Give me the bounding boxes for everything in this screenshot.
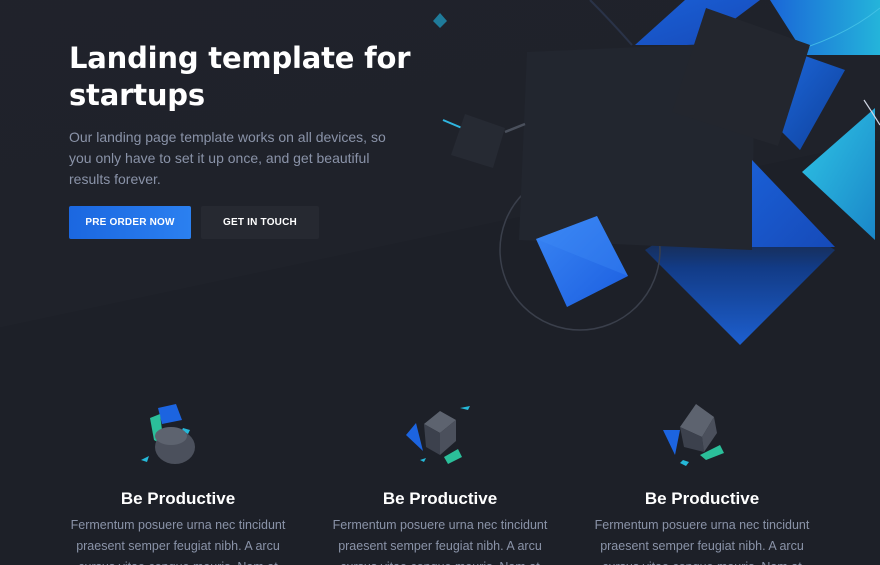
get-in-touch-button[interactable]: GET IN TOUCH	[201, 206, 319, 239]
feature-title: Be Productive	[644, 489, 760, 508]
cube-icon	[406, 406, 470, 464]
cyan-line-left	[442, 119, 463, 129]
feature-card: Be Productive Fermentum posuere urna nec…	[325, 400, 555, 565]
cylinder-cubes-icon	[141, 404, 195, 464]
grey-line-left	[504, 122, 526, 134]
feature-card: Be Productive Fermentum posuere urna nec…	[63, 400, 293, 565]
feature-card: Be Productive Fermentum posuere urna nec…	[587, 400, 817, 565]
feature-text: Fermentum posuere urna nec tincidunt pra…	[70, 518, 286, 565]
feature-text: Fermentum posuere urna nec tincidunt pra…	[332, 518, 548, 565]
feature-text: Fermentum posuere urna nec tincidunt pra…	[594, 518, 810, 565]
hero-title: Landing template for startups	[69, 41, 411, 112]
hero-illustration	[433, 0, 880, 345]
feature-title: Be Productive	[382, 489, 498, 508]
small-teal-diamond	[433, 13, 447, 28]
arc-line-top	[589, 0, 633, 46]
hero-paragraph: Our landing page template works on all d…	[69, 129, 386, 187]
feature-title: Be Productive	[120, 489, 236, 508]
pre-order-button[interactable]: PRE ORDER NOW	[69, 206, 191, 239]
small-dark-cube	[451, 114, 505, 168]
landing-page: Landing template for startups Our landin…	[0, 0, 880, 565]
cube-tilted-icon	[663, 404, 724, 466]
cyan-triangle	[802, 108, 875, 240]
